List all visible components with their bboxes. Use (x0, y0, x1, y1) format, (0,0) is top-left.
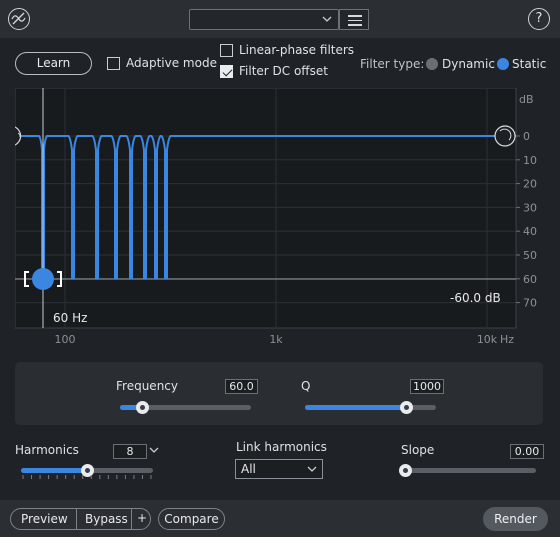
link-harmonics-select[interactable]: All (235, 459, 323, 479)
q-label: Q (301, 379, 311, 393)
learn-button[interactable]: Learn (15, 52, 92, 75)
graph-background (15, 88, 517, 329)
harmonics-value-field[interactable]: 8 (113, 444, 147, 459)
filter-dc-offset-checkbox[interactable] (220, 65, 233, 78)
preset-dropdown[interactable] (189, 9, 339, 30)
link-harmonics-label: Link harmonics (236, 440, 327, 454)
slope-slider[interactable] (399, 464, 536, 477)
compare-button[interactable]: Compare (158, 508, 225, 530)
adaptive-mode-checkbox[interactable] (107, 57, 120, 70)
freq-tick-labels: 100 1k 10k Hz (55, 333, 515, 346)
freq-tick-label: 10k (477, 333, 498, 346)
harmonics-slider[interactable] (21, 464, 153, 477)
slope-slider-knob[interactable] (399, 464, 412, 477)
frequency-slider[interactable] (120, 401, 251, 414)
q-value-field[interactable]: 1000 (410, 379, 444, 394)
q-slider[interactable] (305, 401, 436, 414)
db-tick-label: 10 (523, 154, 537, 167)
filter-dc-offset-label: Filter DC offset (239, 64, 328, 78)
preview-button[interactable]: Preview (21, 512, 68, 526)
filter-type-static-label: Static (512, 57, 547, 71)
slope-label: Slope (401, 443, 435, 457)
bypass-button[interactable]: Bypass (85, 512, 128, 526)
filter-type-dynamic-label: Dynamic (442, 57, 495, 71)
cursor-frequency-label: 60 Hz (53, 311, 87, 325)
db-tick-label: 0 (523, 130, 530, 143)
chevron-down-icon (307, 466, 317, 472)
notch-parameters-panel (15, 362, 543, 425)
db-tick-label: 40 (523, 225, 537, 238)
linear-phase-checkbox[interactable] (220, 44, 233, 57)
harmonics-chevron-icon[interactable] (148, 444, 160, 456)
slope-value-field[interactable]: 0.00 (510, 444, 544, 459)
chevron-down-icon (322, 16, 332, 22)
db-tick-label: 70 (523, 297, 537, 310)
help-button[interactable]: ? (528, 8, 550, 30)
db-tick-labels: 0 10 20 30 40 50 60 70 (516, 130, 537, 310)
linear-phase-label: Linear-phase filters (239, 43, 355, 57)
harmonics-label: Harmonics (15, 443, 79, 457)
freq-tick-label: Hz (500, 333, 514, 346)
frequency-label: Frequency (116, 379, 178, 393)
freq-tick-label: 1k (269, 333, 283, 346)
frequency-value-field[interactable]: 60.0 (225, 379, 258, 394)
bypass-divider (131, 509, 132, 529)
db-unit-label: dB (519, 93, 534, 106)
db-tick-label: 20 (523, 178, 537, 191)
hamburger-icon (348, 15, 362, 17)
preview-divider (76, 509, 77, 529)
q-slider-knob[interactable] (399, 401, 413, 414)
filter-type-dynamic-radio[interactable] (426, 58, 438, 70)
db-tick-label: 50 (523, 249, 537, 262)
threshold-value-label: -60.0 dB (450, 291, 501, 305)
preset-menu-button[interactable] (339, 9, 369, 30)
db-tick-label: 60 (523, 273, 537, 286)
filter-type-static-radio[interactable] (497, 58, 509, 70)
adaptive-mode-label: Adaptive mode (126, 56, 217, 70)
app-logo-icon[interactable] (8, 8, 30, 30)
top-toolbar: ? (0, 0, 560, 38)
filter-response-graph[interactable]: dB 0 10 20 30 40 50 60 70 100 1k 10k Hz -60.0 dB 6… (15, 88, 545, 349)
filter-type-label: Filter type: (360, 57, 425, 71)
db-tick-label: 30 (523, 201, 537, 214)
harmonics-slider-ticks (22, 475, 152, 479)
add-compare-button[interactable]: + (137, 511, 147, 525)
right-handle-icon[interactable] (494, 125, 516, 147)
render-button[interactable]: Render (483, 507, 548, 531)
link-harmonics-value: All (241, 462, 256, 476)
freq-tick-label: 100 (55, 333, 76, 346)
